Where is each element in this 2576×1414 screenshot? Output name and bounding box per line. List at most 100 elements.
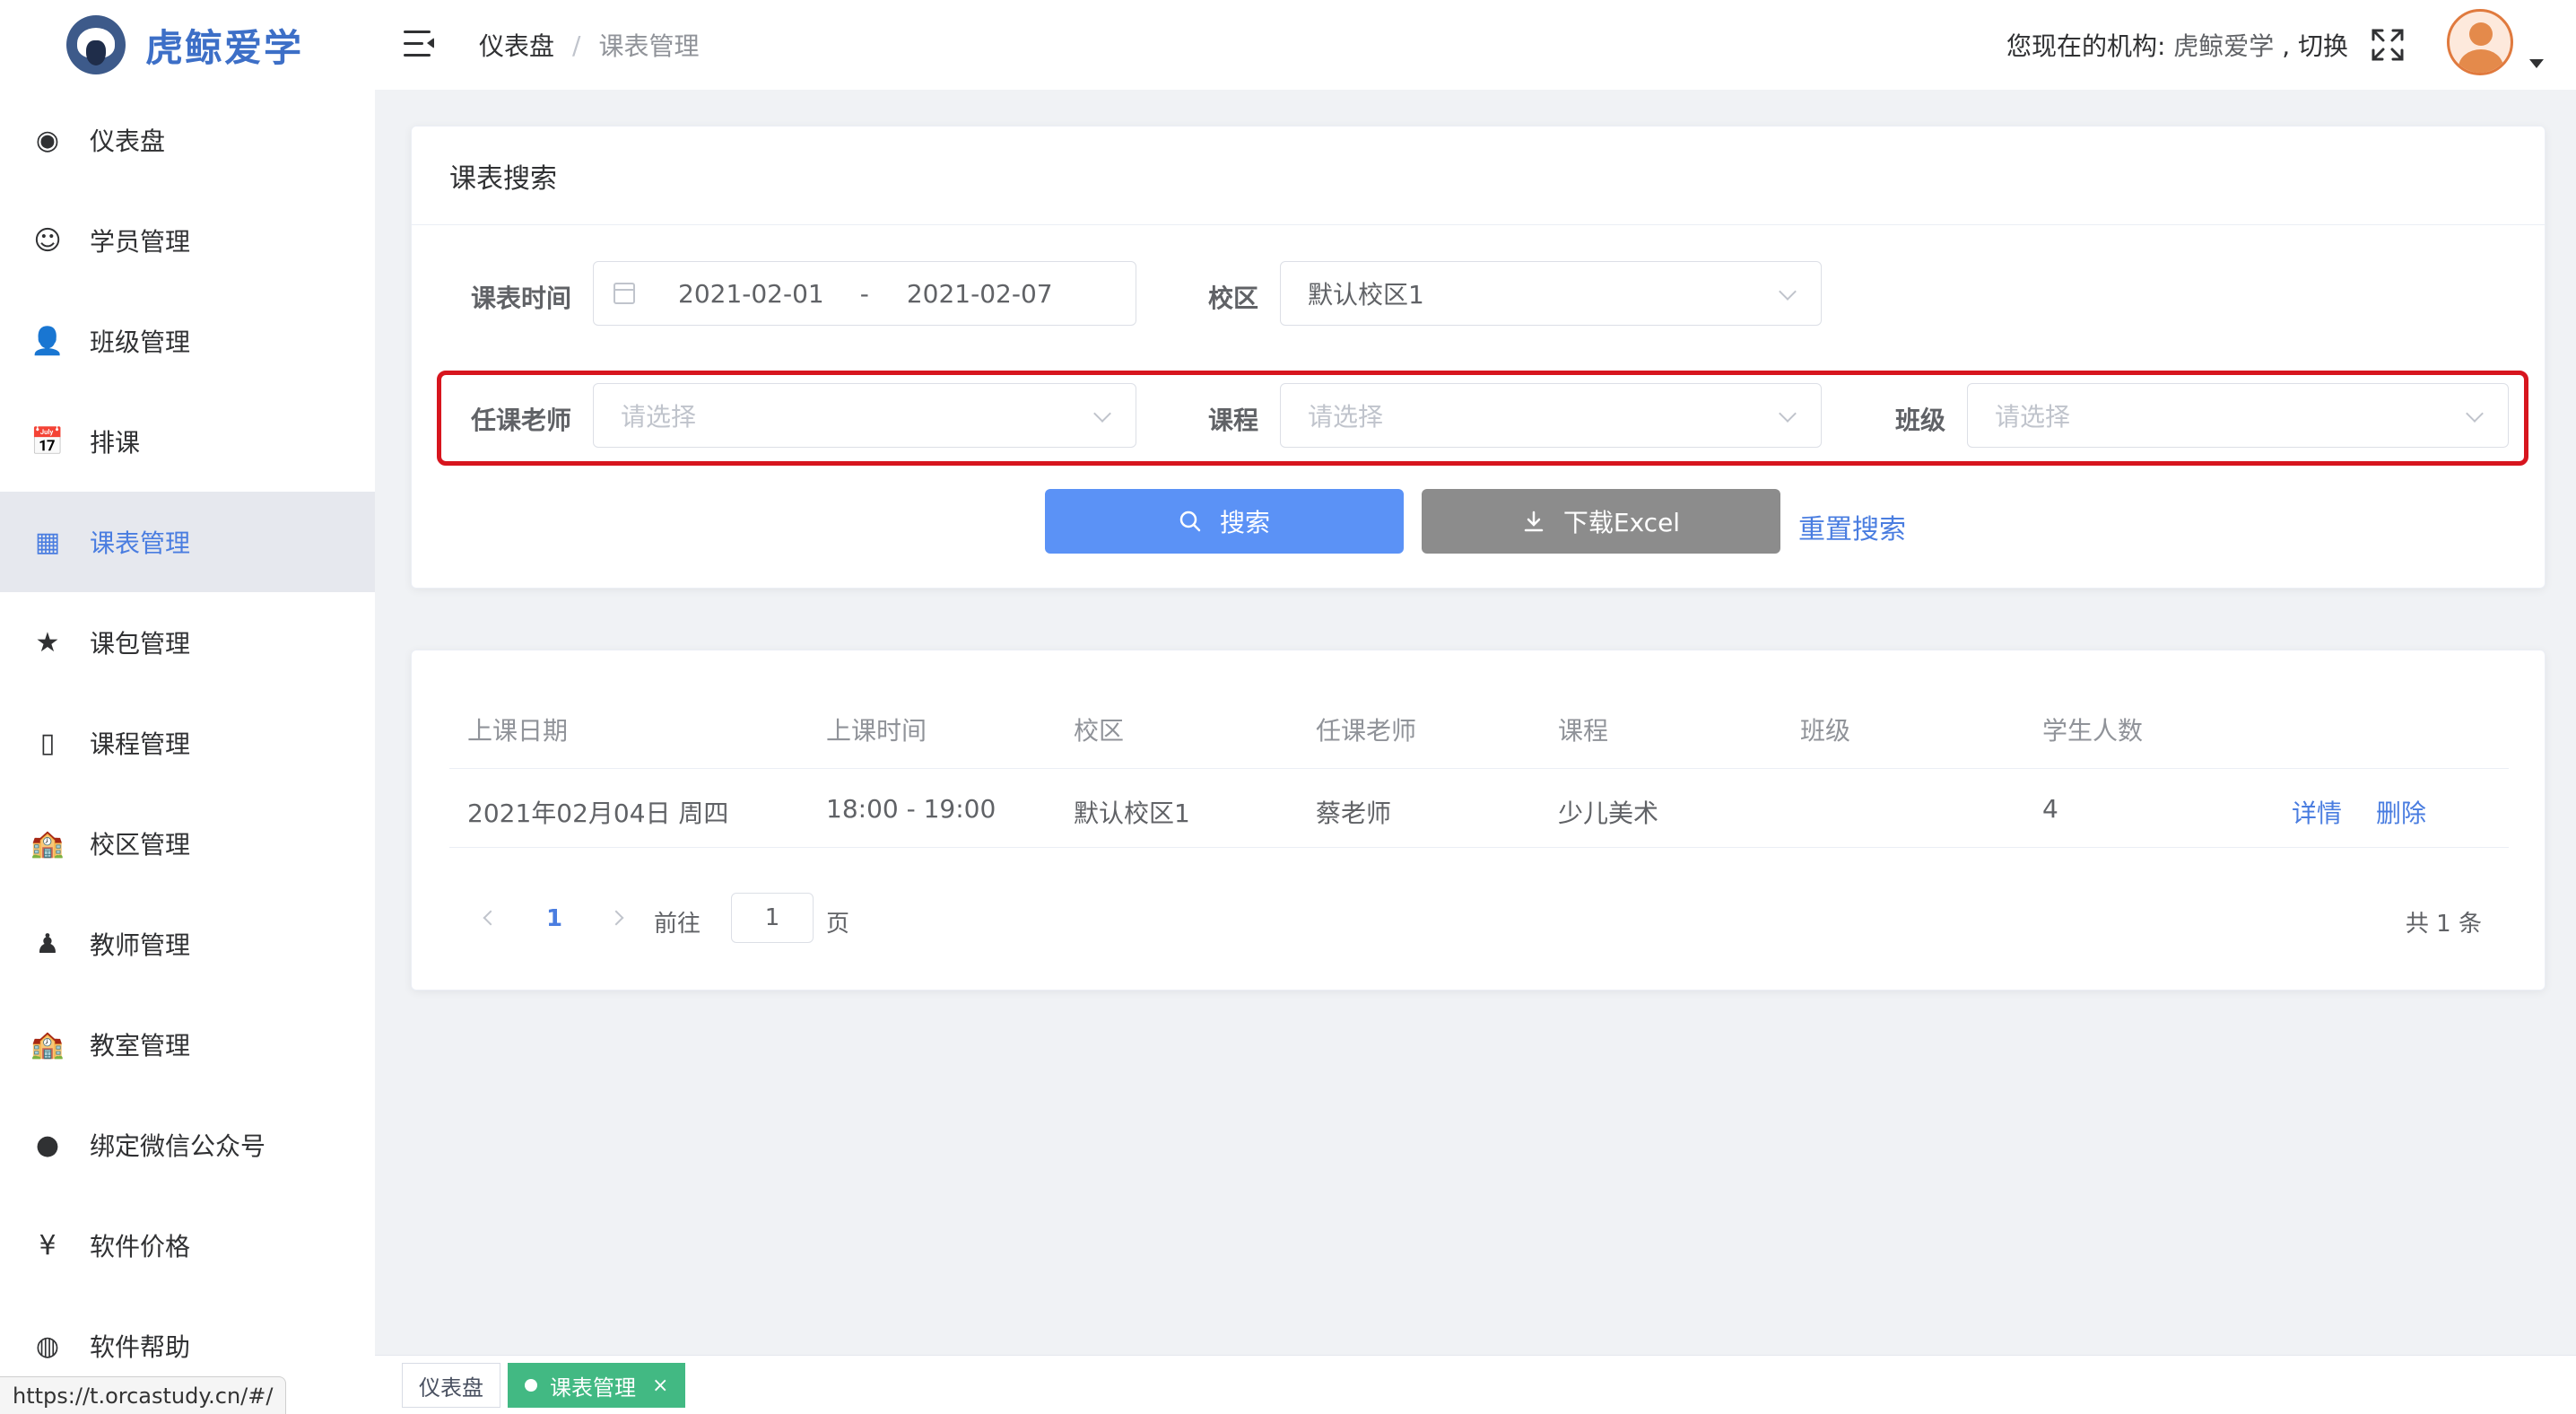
globe-icon: ◍ <box>35 1330 60 1362</box>
teacher-select[interactable]: 请选择 <box>593 383 1136 448</box>
tag-dashboard[interactable]: 仪表盘 <box>402 1363 500 1408</box>
org-info: 您现在的机构: 虎鲸爱学 , 切换 <box>2006 27 2348 63</box>
search-button-label: 搜索 <box>1219 508 1270 537</box>
sidebar-item-campuses[interactable]: 🏫 校区管理 <box>0 793 375 894</box>
timetable-card: 上课日期 上课时间 校区 任课老师 课程 班级 学生人数 2021年02月04日… <box>411 650 2546 991</box>
sidebar-item-label: 软件帮助 <box>90 1332 191 1362</box>
campus-select[interactable]: 默认校区1 <box>1280 261 1822 326</box>
logo[interactable]: 虎鲸爱学 <box>0 0 375 90</box>
org-prefix: 您现在的机构: <box>2006 31 2174 61</box>
class-select-placeholder: 请选择 <box>1995 402 2071 432</box>
goto-page-input[interactable]: 1 <box>731 893 814 943</box>
sidebar-item-classrooms[interactable]: 🏫 教室管理 <box>0 994 375 1095</box>
column-header: 上课日期 <box>467 716 569 746</box>
sidebar-item-label: 课表管理 <box>90 528 191 558</box>
cell-students: 4 <box>2042 794 2058 824</box>
course-select-placeholder: 请选择 <box>1308 402 1384 432</box>
column-header: 上课时间 <box>826 716 927 746</box>
tags-view-bar: 仪表盘 课表管理 × <box>375 1355 2576 1414</box>
sidebar-item-label: 学员管理 <box>90 227 191 257</box>
cell-campus: 默认校区1 <box>1074 799 1190 828</box>
tag-timetable[interactable]: 课表管理 × <box>508 1363 686 1408</box>
sidebar-item-wechat[interactable]: ● 绑定微信公众号 <box>0 1095 375 1195</box>
table-row: 2021年02月04日 周四 18:00 - 19:00 默认校区1 蔡老师 少… <box>449 769 2509 848</box>
column-header: 任课老师 <box>1316 716 1417 746</box>
date-end[interactable]: 2021-02-07 <box>907 279 1053 309</box>
top-header: 仪表盘 / 课表管理 您现在的机构: 虎鲸爱学 , 切换 <box>375 0 2576 90</box>
tag-label: 仪表盘 <box>419 1375 483 1401</box>
class-select[interactable]: 请选择 <box>1967 383 2509 448</box>
calendar-icon: 📅 <box>30 425 65 458</box>
total-count: 共 1 条 <box>2405 911 2482 938</box>
logo-text: 虎鲸爱学 <box>145 25 304 70</box>
dashboard-icon: ◉ <box>35 124 60 156</box>
pagination: 1 前往 1 页 共 1 条 <box>449 893 2509 947</box>
sidebar-item-scheduling[interactable]: 📅 排课 <box>0 391 375 492</box>
sidebar-item-label: 课包管理 <box>90 629 191 659</box>
star-icon: ★ <box>35 626 60 659</box>
course-select[interactable]: 请选择 <box>1280 383 1822 448</box>
sidebar-item-label: 排课 <box>90 428 141 458</box>
book-icon: ▯ <box>39 727 56 759</box>
breadcrumb-home[interactable]: 仪表盘 <box>479 27 554 63</box>
sidebar-item-label: 教师管理 <box>90 930 191 960</box>
org-switch-link[interactable]: , 切换 <box>2274 31 2348 61</box>
user-avatar[interactable] <box>2447 9 2513 75</box>
download-icon <box>1524 511 1544 532</box>
breadcrumb-current: 课表管理 <box>598 31 700 61</box>
sidebar-item-dashboard[interactable]: ◉ 仪表盘 <box>0 90 375 190</box>
sidebar-item-pricing[interactable]: ¥ 软件价格 <box>0 1195 375 1296</box>
sidebar-item-teachers[interactable]: ♟ 教师管理 <box>0 894 375 994</box>
date-start[interactable]: 2021-02-01 <box>678 279 824 309</box>
sidebar-item-label: 绑定微信公众号 <box>90 1131 266 1161</box>
search-icon <box>1179 511 1201 532</box>
org-name: 虎鲸爱学 <box>2173 31 2275 61</box>
column-header: 学生人数 <box>2042 716 2144 746</box>
page-number-current[interactable]: 1 <box>546 905 562 932</box>
student-icon: ☺ <box>33 224 62 257</box>
search-button[interactable]: 搜索 <box>1045 489 1404 554</box>
sidebar-item-timetable[interactable]: ▦ 课表管理 <box>0 492 375 592</box>
sidebar-menu: ◉ 仪表盘 ☺ 学员管理 👤 班级管理 📅 排课 ▦ 课表管理 ★ 课包管理 ▯… <box>0 90 375 1396</box>
cell-date: 2021年02月04日 周四 <box>467 799 729 828</box>
sidebar-item-label: 教室管理 <box>90 1031 191 1060</box>
collapse-menu-icon[interactable] <box>404 31 434 57</box>
chevron-down-icon <box>1779 405 1797 423</box>
campus-label: 校区 <box>1208 284 1259 313</box>
sidebar-item-label: 仪表盘 <box>90 127 166 156</box>
sidebar-item-label: 校区管理 <box>90 830 191 860</box>
sidebar-item-packages[interactable]: ★ 课包管理 <box>0 592 375 693</box>
teacher-select-placeholder: 请选择 <box>621 402 697 432</box>
class-label: 班级 <box>1895 406 1946 435</box>
sidebar-item-label: 班级管理 <box>90 327 191 357</box>
sidebar-item-students[interactable]: ☺ 学员管理 <box>0 190 375 291</box>
download-excel-button[interactable]: 下载Excel <box>1422 489 1780 554</box>
sidebar-item-classes[interactable]: 👤 班级管理 <box>0 291 375 391</box>
chevron-down-icon <box>2466 405 2484 423</box>
tag-label: 课表管理 <box>550 1375 636 1401</box>
chevron-down-icon[interactable] <box>2529 59 2544 68</box>
sidebar-item-courses[interactable]: ▯ 课程管理 <box>0 693 375 793</box>
yen-icon: ¥ <box>39 1229 57 1261</box>
teacher-label: 任课老师 <box>471 406 572 435</box>
reset-search-button[interactable]: 重置搜索 <box>1798 507 1906 546</box>
delete-link[interactable]: 删除 <box>2376 794 2426 830</box>
page-unit-label: 页 <box>826 911 850 938</box>
next-page-icon[interactable] <box>608 910 624 926</box>
cell-course: 少儿美术 <box>1558 799 1659 828</box>
date-range-separator: - <box>859 278 869 309</box>
detail-link[interactable]: 详情 <box>2292 794 2342 830</box>
class-icon: 👤 <box>30 325 65 357</box>
date-range-picker[interactable]: 2021-02-01 - 2021-02-07 <box>593 261 1136 326</box>
campus-select-value: 默认校区1 <box>1308 280 1424 310</box>
breadcrumb-separator: / <box>572 30 581 60</box>
download-excel-label: 下载Excel <box>1562 508 1681 537</box>
fullscreen-icon[interactable] <box>2370 27 2406 63</box>
wechat-icon: ● <box>35 1129 60 1161</box>
status-bar-url: https://t.orcastudy.cn/#/ <box>0 1376 287 1414</box>
prev-page-icon[interactable] <box>483 910 499 926</box>
table-header: 上课日期 上课时间 校区 任课老师 课程 班级 学生人数 <box>449 683 2509 769</box>
cell-teacher: 蔡老师 <box>1316 799 1392 828</box>
close-icon[interactable]: × <box>652 1375 668 1397</box>
classroom-icon: 🏫 <box>30 1028 65 1060</box>
